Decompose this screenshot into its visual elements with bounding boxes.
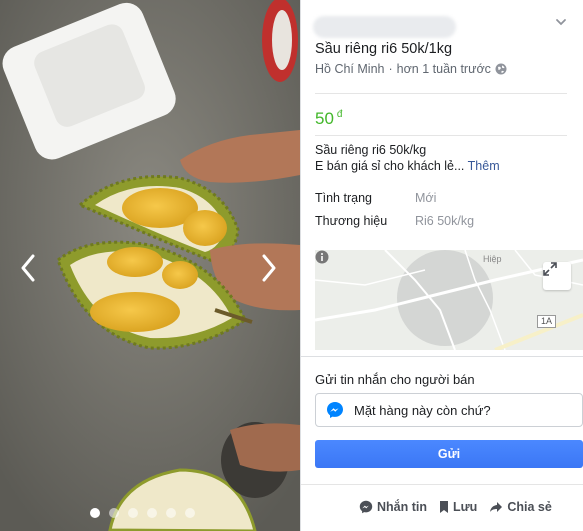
description-line-2: E bán giá sỉ cho khách lẻ... Thêm [315, 159, 500, 173]
message-seller-header: Gửi tin nhắn cho người bán [315, 372, 475, 387]
listing-meta: Hồ Chí Minh · hơn 1 tuần trước [315, 62, 507, 76]
attribute-value-brand: Ri6 50k/kg [415, 214, 475, 228]
message-input[interactable]: Mặt hàng này còn chứ? [315, 393, 583, 427]
photo-dot[interactable] [90, 508, 100, 518]
listing-photo-gallery[interactable] [0, 0, 300, 531]
price-value: 50 [315, 109, 334, 128]
divider [301, 356, 583, 357]
photo-dot[interactable] [147, 508, 157, 518]
divider [301, 484, 583, 485]
map-area-label: Hiệp [483, 254, 502, 264]
expand-icon [543, 262, 557, 276]
chevron-right-icon [262, 254, 276, 282]
divider [315, 135, 567, 136]
message-action-label: Nhắn tin [377, 500, 427, 514]
see-more-link[interactable]: Thêm [468, 159, 500, 173]
message-action-button[interactable]: Nhắn tin [359, 500, 427, 514]
previous-photo-button[interactable] [16, 250, 40, 286]
message-input-text: Mặt hàng này còn chứ? [354, 402, 491, 418]
messenger-icon [327, 402, 343, 418]
listing-location[interactable]: Hồ Chí Minh [315, 62, 384, 76]
photo-pagination-dots [90, 508, 195, 518]
messenger-icon [359, 500, 373, 514]
photo-dot[interactable] [185, 508, 195, 518]
photo-dot[interactable] [109, 508, 119, 518]
durian-photo [0, 0, 300, 531]
chevron-left-icon [21, 254, 35, 282]
save-action-button[interactable]: Lưu [439, 500, 477, 514]
meta-separator: · [388, 62, 393, 76]
share-action-button[interactable]: Chia sẻ [489, 500, 552, 514]
attribute-label-condition: Tình trạng [315, 191, 372, 205]
listing-actions: Nhắn tin Lưu Chia sẻ [359, 500, 552, 514]
attribute-label-brand: Thương hiệu [315, 214, 388, 228]
listing-time: hơn 1 tuần trước [396, 62, 491, 76]
globe-icon [495, 63, 507, 75]
share-action-label: Chia sẻ [507, 500, 552, 514]
bookmark-icon [440, 501, 448, 513]
save-action-label: Lưu [453, 500, 478, 514]
map-road-label: 1A [537, 315, 557, 328]
divider [315, 93, 567, 94]
price-currency: đ [336, 109, 343, 120]
chevron-down-icon[interactable] [553, 14, 569, 30]
listing-price: 50 đ [315, 109, 342, 129]
description-line-1: Sầu riêng ri6 50k/kg [315, 143, 427, 157]
next-photo-button[interactable] [257, 250, 281, 286]
photo-dot[interactable] [166, 508, 176, 518]
info-icon[interactable] [315, 250, 329, 264]
send-button[interactable]: Gửi [315, 440, 583, 468]
expand-map-button[interactable] [543, 262, 571, 290]
photo-dot[interactable] [128, 508, 138, 518]
listing-details-panel: Sầu riêng ri6 50k/1kg Hồ Chí Minh · hơn … [300, 0, 583, 531]
share-icon [490, 502, 503, 512]
listing-title: Sầu riêng ri6 50k/1kg [315, 41, 453, 57]
location-map[interactable]: Hiệp 1A [315, 250, 583, 350]
attribute-value-condition: Mới [415, 191, 437, 205]
description-text: E bán giá sỉ cho khách lẻ... [315, 159, 465, 173]
seller-name-blurred[interactable] [313, 16, 456, 38]
